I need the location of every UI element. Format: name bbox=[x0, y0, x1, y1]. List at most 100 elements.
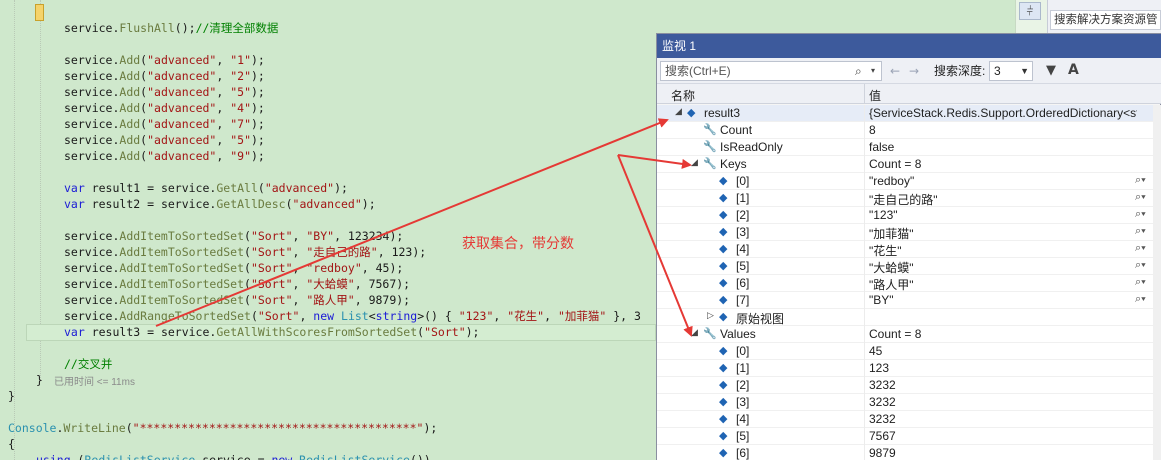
forward-arrow-icon[interactable]: → bbox=[909, 61, 919, 81]
watch-row[interactable]: ◆ [5] 7567 bbox=[657, 428, 1161, 445]
filter-icon[interactable]: ▼ bbox=[1046, 61, 1056, 81]
chevron-down-icon[interactable]: ▾ bbox=[871, 61, 875, 81]
visualizer-icon[interactable]: ⌕▾ bbox=[1135, 259, 1146, 272]
code-token: service. bbox=[64, 293, 120, 307]
watch-row[interactable]: ◆ [3] 3232 bbox=[657, 394, 1161, 411]
column-separator bbox=[864, 411, 865, 428]
watch-row[interactable]: 🔧 IsReadOnly false bbox=[657, 139, 1161, 156]
watch-row[interactable]: 🔧 Count 8 bbox=[657, 122, 1161, 139]
watch-row[interactable]: ◆ [4] "花生" ⌕▾ bbox=[657, 241, 1161, 258]
column-separator bbox=[864, 275, 865, 292]
watch-row[interactable]: ◆ [7] "BY" ⌕▾ bbox=[657, 292, 1161, 309]
code-token: service. bbox=[64, 69, 120, 83]
code-token: "BY" bbox=[306, 229, 335, 243]
watch-window: 监视 1 搜索(Ctrl+E) ⌕ ▾ ← → 搜索深度: 3 ▼ ▼ A 名称… bbox=[656, 33, 1161, 460]
column-separator[interactable] bbox=[864, 84, 865, 104]
depth-select[interactable]: 3 ▼ bbox=[989, 61, 1033, 81]
code-line: } bbox=[36, 372, 43, 388]
code-token: var bbox=[64, 197, 85, 211]
visualizer-icon[interactable]: ⌕▾ bbox=[1135, 208, 1146, 221]
code-token: //交叉并 bbox=[64, 357, 113, 371]
code-token: AddRangeToSortedSet bbox=[119, 309, 251, 323]
watch-row-name: [2] bbox=[736, 208, 750, 222]
watch-row-name: result3 bbox=[704, 106, 741, 120]
code-token: Add bbox=[119, 117, 141, 131]
code-line: service.Add("advanced", "1"); bbox=[64, 52, 265, 68]
expander-icon[interactable]: ◢ bbox=[691, 157, 698, 168]
column-name-header[interactable]: 名称 bbox=[671, 87, 695, 104]
watch-row-name: [6] bbox=[736, 446, 750, 460]
watch-row[interactable]: ◢ ◆ result3 {ServiceStack.Redis.Support.Ord… bbox=[657, 105, 1161, 122]
visualizer-icon[interactable]: ⌕▾ bbox=[1135, 174, 1146, 187]
field-icon: ◆ bbox=[719, 209, 728, 221]
code-token: result3 = service. bbox=[84, 325, 217, 339]
code-token: "advanced" bbox=[147, 117, 217, 131]
solution-search-input[interactable]: 搜索解决方案资源管 bbox=[1050, 10, 1161, 30]
watch-row[interactable]: ◆ [6] "路人甲" ⌕▾ bbox=[657, 275, 1161, 292]
code-token: "7" bbox=[230, 117, 251, 131]
watch-row-value: "123" bbox=[869, 208, 898, 222]
code-line: service.FlushAll();//清理全部数据 bbox=[64, 20, 278, 36]
code-token: new bbox=[271, 453, 293, 460]
code-token: "4" bbox=[230, 101, 251, 115]
code-token: , bbox=[216, 69, 231, 83]
column-separator bbox=[864, 241, 865, 258]
watch-row[interactable]: ▷ ◆ 原始视图 bbox=[657, 309, 1161, 326]
code-token: "走自己的路" bbox=[306, 245, 378, 259]
visualizer-icon[interactable]: ⌕▾ bbox=[1135, 191, 1146, 204]
watch-row[interactable]: ◆ [6] 9879 bbox=[657, 445, 1161, 460]
code-token: "Sort" bbox=[250, 261, 293, 275]
column-separator bbox=[864, 122, 865, 139]
watch-row[interactable]: ◆ [0] "redboy" ⌕▾ bbox=[657, 173, 1161, 190]
watch-row[interactable]: ◆ [5] "大蛤蟆" ⌕▾ bbox=[657, 258, 1161, 275]
watch-row[interactable]: ◆ [0] 45 bbox=[657, 343, 1161, 360]
field-icon: ◆ bbox=[719, 277, 728, 289]
code-token: ); bbox=[251, 101, 265, 115]
watch-title[interactable]: 监视 1 bbox=[657, 34, 1161, 58]
code-token: "花生" bbox=[507, 309, 545, 323]
visualizer-icon[interactable]: ⌕▾ bbox=[1135, 242, 1146, 255]
watch-row-value: 7567 bbox=[869, 429, 896, 443]
chevron-down-icon: ▼ bbox=[1020, 66, 1029, 76]
code-token: "9" bbox=[230, 149, 251, 163]
font-size-icon[interactable]: A bbox=[1068, 60, 1079, 80]
code-token: GetAllWithScoresFromSortedSet bbox=[216, 325, 418, 339]
watch-row[interactable]: ◢ 🔧 Values Count = 8 bbox=[657, 326, 1161, 343]
watch-scrollbar[interactable] bbox=[1153, 105, 1161, 460]
watch-row[interactable]: ◆ [4] 3232 bbox=[657, 411, 1161, 428]
watch-row[interactable]: ◆ [1] "走自己的路" ⌕▾ bbox=[657, 190, 1161, 207]
column-value-header[interactable]: 值 bbox=[869, 87, 881, 104]
back-arrow-icon[interactable]: ← bbox=[890, 61, 900, 81]
code-line: service.Add("advanced", "2"); bbox=[64, 68, 265, 84]
watch-row[interactable]: ◢ 🔧 Keys Count = 8 bbox=[657, 156, 1161, 173]
visualizer-icon[interactable]: ⌕▾ bbox=[1135, 225, 1146, 238]
split-view-icon[interactable]: ⫩ bbox=[1019, 2, 1041, 20]
watch-row[interactable]: ◆ [2] "123" ⌕▾ bbox=[657, 207, 1161, 224]
expander-icon[interactable]: ◢ bbox=[691, 327, 698, 338]
watch-search-input[interactable]: 搜索(Ctrl+E) bbox=[660, 61, 882, 81]
expander-icon[interactable]: ◢ bbox=[675, 106, 682, 117]
code-token: "2" bbox=[230, 69, 251, 83]
field-icon: ◆ bbox=[719, 226, 728, 238]
watch-row[interactable]: ◆ [2] 3232 bbox=[657, 377, 1161, 394]
code-token: "5" bbox=[230, 133, 251, 147]
code-token: , 7567); bbox=[354, 277, 411, 291]
code-token: , bbox=[292, 261, 307, 275]
watch-row[interactable]: ◆ [1] 123 bbox=[657, 360, 1161, 377]
code-token: result2 = service. bbox=[84, 197, 217, 211]
code-token: } bbox=[36, 373, 43, 387]
visualizer-icon[interactable]: ⌕▾ bbox=[1135, 293, 1146, 306]
visualizer-icon[interactable]: ⌕▾ bbox=[1135, 276, 1146, 289]
expander-icon[interactable]: ▷ bbox=[707, 310, 714, 321]
watch-row[interactable]: ◆ [3] "加菲猫" ⌕▾ bbox=[657, 224, 1161, 241]
code-token: , bbox=[544, 309, 558, 323]
column-separator bbox=[864, 224, 865, 241]
field-icon: ◆ bbox=[719, 260, 728, 272]
search-icon[interactable]: ⌕ bbox=[855, 61, 862, 81]
code-token: "1" bbox=[230, 53, 251, 67]
watch-row-value: "加菲猫" bbox=[869, 227, 914, 241]
code-token: ); bbox=[361, 197, 376, 211]
code-token: service. bbox=[64, 117, 120, 131]
